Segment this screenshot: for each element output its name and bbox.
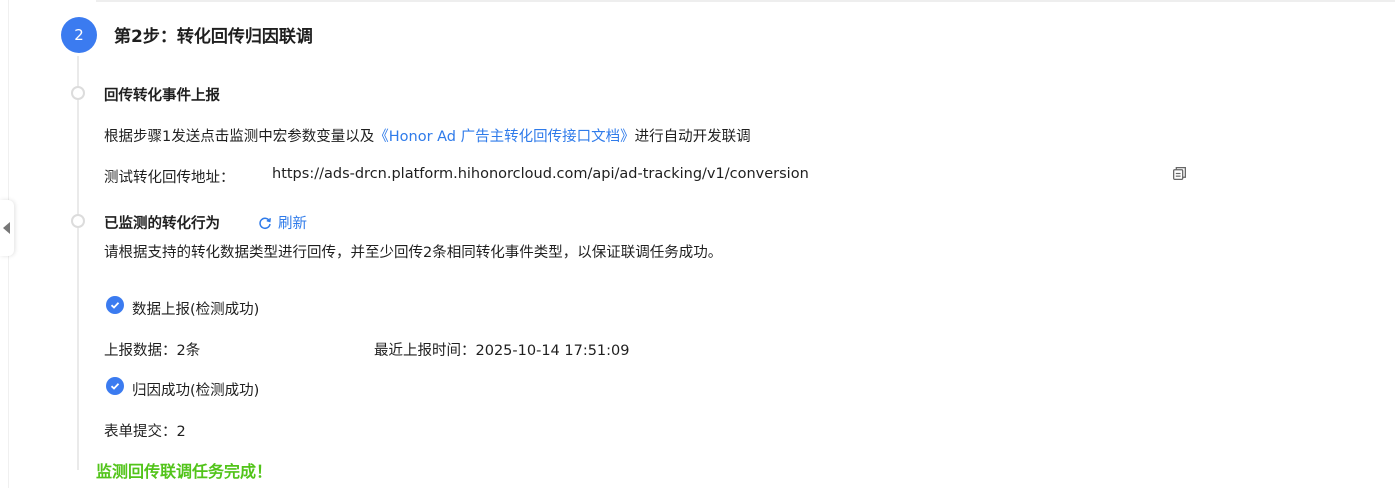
check-circle-icon [106, 296, 124, 314]
conversion-heading: 回传转化事件上报 [104, 88, 220, 104]
completion-message: 监测回传联调任务完成！ [96, 462, 273, 481]
api-doc-link[interactable]: 《Honor Ad 广告主转化回传接口文档》 [374, 129, 634, 145]
step-title: 第2步：转化回传归因联调 [114, 27, 313, 47]
step-number-badge: 2 [61, 17, 97, 53]
collapse-panel-button[interactable] [0, 200, 14, 256]
timeline-node-conversion [71, 86, 85, 100]
timeline-line [77, 56, 79, 470]
attribution-status: 归因成功(检测成功) [132, 383, 260, 399]
report-count: 上报数据：2条 [104, 343, 201, 359]
description-suffix: 进行自动开发联调 [634, 129, 751, 145]
monitor-description: 请根据支持的转化数据类型进行回传，并至少回传2条相同转化事件类型，以保证联调任务… [104, 245, 723, 261]
collapse-arrow-icon [2, 222, 10, 234]
form-submit-count: 表单提交：2 [104, 424, 186, 440]
check-circle-icon [106, 377, 124, 395]
monitor-heading: 已监测的转化行为 [104, 216, 220, 232]
description-prefix: 根据步骤1发送点击监测中宏参数变量以及 [104, 129, 375, 145]
refresh-button[interactable]: 刷新 [258, 212, 307, 233]
conversion-description: 根据步骤1发送点击监测中宏参数变量以及《Honor Ad 广告主转化回传接口文档… [104, 125, 751, 146]
top-divider [96, 0, 1395, 2]
test-url-label: 测试转化回传地址： [104, 170, 235, 186]
timeline-node-monitor [71, 214, 85, 228]
refresh-label: 刷新 [278, 216, 307, 232]
data-report-status: 数据上报(检测成功) [132, 302, 260, 318]
refresh-icon [259, 217, 271, 229]
last-report-time: 最近上报时间：2025-10-14 17:51:09 [374, 343, 630, 359]
test-url-value: https://ads-drcn.platform.hihonorcloud.c… [272, 166, 809, 182]
copy-icon[interactable] [1171, 165, 1188, 182]
